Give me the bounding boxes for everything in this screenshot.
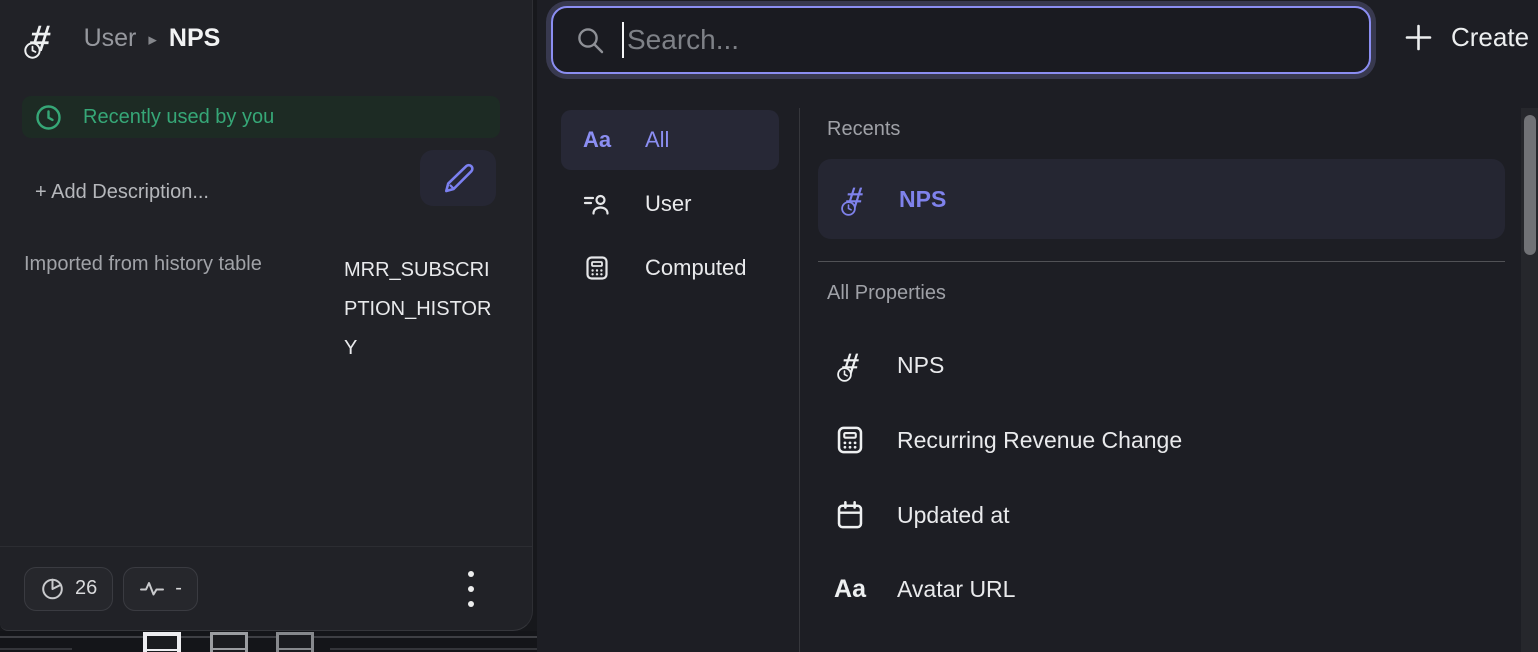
search-modal: Search... Create Aa All (537, 0, 1538, 652)
scrollbar-thumb[interactable] (1524, 115, 1536, 255)
column-divider (799, 108, 800, 652)
kebab-dot (468, 571, 474, 577)
pencil-icon (440, 160, 476, 196)
scrollbar-track[interactable] (1521, 108, 1538, 652)
background-gridline (330, 648, 537, 650)
aa-icon: Aa (834, 575, 866, 604)
distribution-count-button[interactable]: 26 (24, 567, 113, 611)
tab-user[interactable]: User (561, 174, 779, 234)
item-label: Updated at (897, 502, 1010, 529)
text-cursor (622, 22, 624, 58)
item-label: Recurring Revenue Change (897, 427, 1182, 454)
user-list-icon (583, 192, 611, 216)
clock-overlay-icon (840, 200, 857, 217)
create-label: Create (1451, 22, 1529, 53)
breadcrumb-parent[interactable]: User (84, 24, 137, 53)
background-bar (143, 632, 181, 652)
kebab-dot (468, 586, 474, 592)
create-button[interactable]: Create (1403, 22, 1529, 53)
property-item-avatar-url[interactable]: Aa Avatar URL (818, 575, 1522, 604)
pie-chart-icon (40, 576, 65, 601)
clock-overlay-icon (836, 366, 853, 383)
plus-icon (1403, 22, 1434, 53)
filter-tabs: Aa All User (537, 108, 799, 302)
background-bar (276, 632, 314, 652)
add-description-button[interactable]: + Add Description... (35, 181, 209, 204)
kebab-dot (468, 601, 474, 607)
item-label: NPS (897, 352, 944, 379)
property-item-updated-at[interactable]: Updated at (818, 500, 1522, 530)
trend-value: - (175, 577, 182, 600)
breadcrumb: User ▸ NPS (84, 24, 221, 53)
panel-footer: 26 - (0, 546, 532, 630)
more-options-button[interactable] (468, 571, 474, 607)
chevron-right-icon: ▸ (148, 27, 157, 50)
tab-label: Computed (645, 255, 747, 281)
tab-label: User (645, 191, 691, 217)
background-gridline (0, 636, 537, 638)
recently-used-badge: Recently used by you (22, 96, 500, 138)
import-info-row: Imported from history table MRR_SUBSCRIP… (24, 251, 510, 368)
calendar-icon (835, 500, 865, 530)
item-label: NPS (899, 186, 946, 213)
edit-button[interactable] (420, 150, 496, 206)
property-details-panel: # User ▸ NPS Recently used by you + Add … (0, 0, 533, 631)
panel-header: # User ▸ NPS (30, 20, 220, 57)
section-divider (818, 261, 1505, 262)
results-list: Recents # NPS All Properties (818, 108, 1522, 604)
tab-label: All (645, 127, 669, 153)
item-label: Avatar URL (897, 576, 1015, 603)
clock-icon (35, 104, 62, 131)
background-gridline (0, 648, 72, 650)
property-item-recurring-revenue-change[interactable]: Recurring Revenue Change (818, 425, 1522, 455)
recently-used-label: Recently used by you (83, 106, 274, 129)
hash-clock-icon: # (30, 20, 50, 57)
background-page-strip (0, 631, 537, 652)
app-screen: # User ▸ NPS Recently used by you + Add … (0, 0, 1538, 652)
hash-clock-icon: # (846, 184, 862, 214)
hash-clock-icon: # (842, 350, 858, 380)
property-item-nps[interactable]: # NPS (818, 350, 1522, 380)
import-label: Imported from history table (24, 251, 344, 368)
import-table-name: MRR_SUBSCRIPTION_HISTORY (344, 251, 502, 368)
trend-button[interactable]: - (123, 567, 198, 611)
search-input[interactable]: Search... (551, 6, 1371, 74)
breadcrumb-current: NPS (169, 24, 220, 53)
tab-all[interactable]: Aa All (561, 110, 779, 170)
background-bar (210, 632, 248, 652)
section-title-all-properties: All Properties (827, 282, 1522, 305)
recent-item-nps[interactable]: # NPS (818, 159, 1505, 239)
search-placeholder: Search... (627, 24, 739, 56)
clock-overlay-icon (23, 41, 42, 60)
tab-computed[interactable]: Computed (561, 238, 779, 298)
aa-icon: Aa (583, 127, 611, 153)
calculator-icon (835, 425, 865, 455)
calculator-icon (584, 255, 610, 281)
count-value: 26 (75, 577, 97, 600)
section-title-recents: Recents (827, 118, 1522, 141)
search-icon (575, 25, 606, 56)
activity-icon (139, 578, 165, 600)
